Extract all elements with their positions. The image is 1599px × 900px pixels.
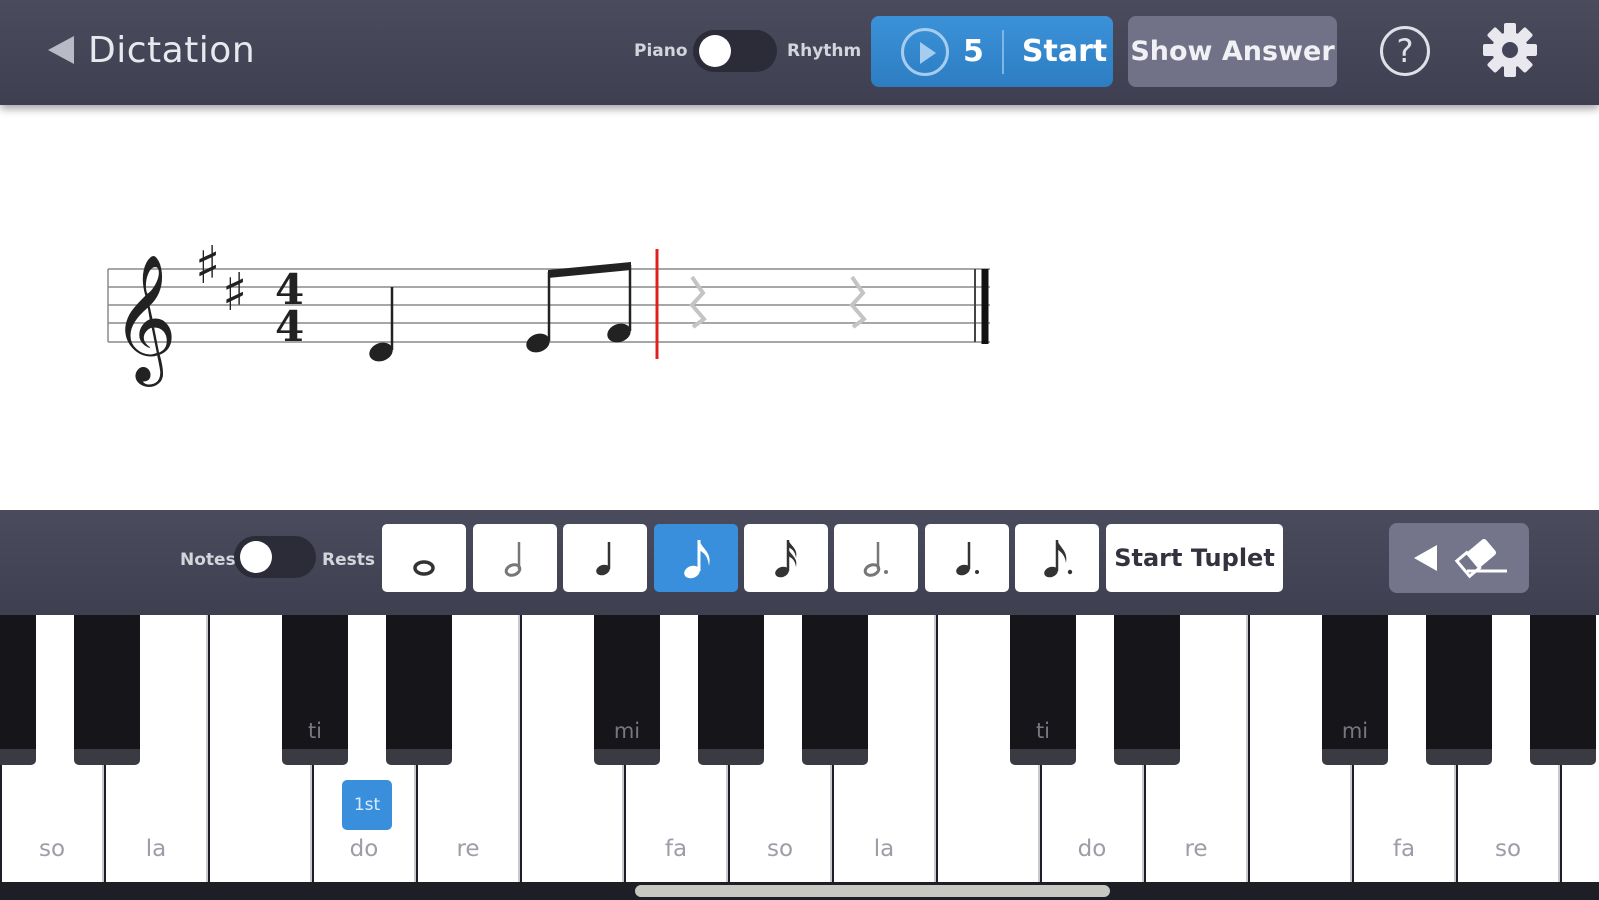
mode-piano-label: Piano (634, 41, 688, 61)
solfege-label: re (456, 836, 480, 862)
back-button[interactable]: Dictation (48, 26, 255, 74)
half-note-icon (504, 542, 522, 577)
solfege-label: la (873, 836, 895, 862)
start-label: Start (1021, 34, 1108, 69)
backspace-erase-button[interactable] (1389, 523, 1529, 593)
solfege-label: mi (1341, 719, 1369, 743)
solfege-label: ti (307, 719, 323, 743)
solfege-label: do (1077, 836, 1107, 862)
solfege-label: ti (1035, 719, 1051, 743)
sixteenth-note-button[interactable] (744, 524, 828, 592)
solfege-label: fa (1392, 836, 1416, 862)
black-key[interactable]: ti (1010, 615, 1076, 765)
black-key[interactable] (1530, 615, 1596, 765)
back-arrow-icon (48, 36, 74, 64)
black-key[interactable] (386, 615, 452, 765)
quarter-note (369, 287, 394, 362)
gear-icon[interactable] (1480, 20, 1540, 80)
black-key[interactable] (698, 615, 764, 765)
toggle-knob (240, 541, 272, 573)
help-icon[interactable]: ? (1380, 26, 1430, 76)
solfege-label: so (1494, 836, 1522, 862)
quarter-note-icon (596, 542, 611, 576)
show-answer-button[interactable]: Show Answer (1128, 16, 1337, 87)
solfege-label: so (766, 836, 794, 862)
solfege-label: re (1184, 836, 1208, 862)
black-key[interactable]: mi (594, 615, 660, 765)
eighth-note-icon (684, 540, 710, 579)
black-key[interactable] (1114, 615, 1180, 765)
top-bar: Dictation Piano Rhythm 5 Start Show Answ… (0, 0, 1599, 105)
eraser-icon (1414, 538, 1507, 579)
solfege-label: fa (664, 836, 688, 862)
dotted-quarter-note-icon (956, 542, 979, 576)
sharp-icon: ♯ (195, 236, 220, 296)
notes-label: Notes (180, 550, 236, 570)
black-key[interactable]: ti (282, 615, 348, 765)
play-icon (901, 27, 949, 76)
first-note-badge: 1st (342, 780, 392, 830)
sixteenth-note-icon (775, 540, 797, 578)
quarter-rest-icon (849, 275, 867, 329)
black-key[interactable] (74, 615, 140, 765)
black-key[interactable]: mi (1322, 615, 1388, 765)
time-signature-bottom: 4 (275, 302, 304, 351)
dotted-eighth-note-icon (1044, 540, 1073, 578)
rests-label: Rests (322, 550, 375, 570)
music-staff: 𝄞 ♯ ♯ 4 4 (107, 236, 990, 387)
black-key[interactable] (802, 615, 868, 765)
home-indicator[interactable] (635, 885, 1110, 897)
piano-rhythm-toggle[interactable] (693, 30, 777, 72)
whole-note-icon (413, 560, 435, 576)
play-count: 5 (963, 34, 984, 69)
page-title: Dictation (88, 29, 256, 71)
mode-rhythm-label: Rhythm (787, 41, 862, 61)
piano-keyboard: so la do re fa so la do re fa so ti mi t… (0, 615, 1599, 900)
solfege-label: la (145, 836, 167, 862)
play-start-button[interactable]: 5 Start (871, 16, 1113, 87)
start-tuplet-button[interactable]: Start Tuplet (1106, 524, 1283, 592)
eighth-note-button[interactable] (654, 524, 738, 592)
quarter-rest-icon (689, 275, 707, 329)
black-key[interactable] (1426, 615, 1492, 765)
key-signature-sharps: ♯ ♯ (195, 236, 247, 323)
toggle-knob (699, 35, 731, 67)
treble-clef-icon: 𝄞 (112, 253, 177, 387)
note-input-toolbar: Notes Rests Start Tuplet (0, 510, 1599, 615)
sharp-icon: ♯ (222, 263, 247, 323)
solfege-label: do (349, 836, 379, 862)
notes-rests-toggle[interactable] (234, 536, 316, 578)
dotted-half-note-icon (863, 542, 888, 577)
dotted-eighth-note-button[interactable] (1015, 524, 1099, 592)
whole-note-button[interactable] (382, 524, 466, 592)
quarter-note-button[interactable] (563, 524, 647, 592)
half-note-button[interactable] (473, 524, 557, 592)
black-key[interactable] (0, 615, 36, 765)
solfege-label: mi (613, 719, 641, 743)
divider (1001, 29, 1004, 74)
solfege-label: so (38, 836, 66, 862)
dotted-quarter-note-button[interactable] (925, 524, 1009, 592)
dotted-half-note-button[interactable] (834, 524, 918, 592)
